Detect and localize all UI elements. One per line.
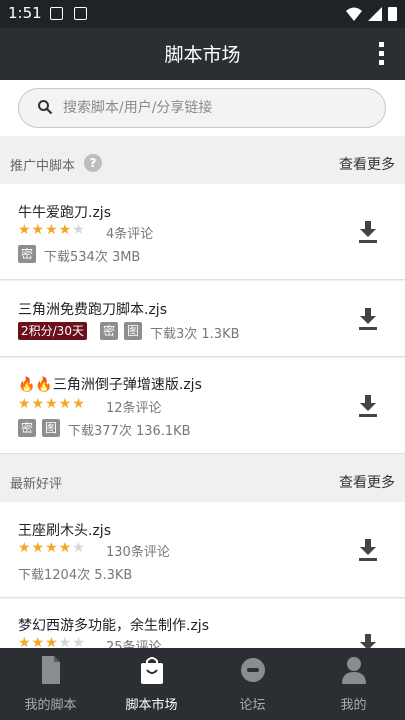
nav-label: 论坛 bbox=[239, 698, 266, 713]
help-icon[interactable]: ? bbox=[84, 154, 102, 172]
script-card[interactable]: 王座刷木头.zjs ★★★★★ 130条评论 下载1204次 5.3KB bbox=[0, 502, 405, 598]
search-input[interactable] bbox=[63, 97, 363, 119]
view-more-link[interactable]: 查看更多 bbox=[339, 472, 395, 492]
download-icon[interactable] bbox=[359, 539, 377, 561]
tag-encrypted: 密 bbox=[100, 322, 119, 340]
search-box[interactable] bbox=[18, 88, 386, 128]
script-name: 牛牛爱跑刀.zjs bbox=[18, 205, 111, 221]
comment-count: 4条评论 bbox=[106, 227, 154, 242]
nav-label: 我的脚本 bbox=[24, 698, 77, 713]
rating-stars: ★★★★★ bbox=[18, 222, 86, 238]
app-bar: 脚本市场 bbox=[0, 28, 405, 80]
nav-script-market[interactable]: 脚本市场 bbox=[101, 648, 202, 720]
forum-icon bbox=[241, 658, 265, 682]
tag-encrypted: 密 bbox=[18, 245, 37, 263]
tag-encrypted: 密 bbox=[18, 419, 37, 437]
script-name: 三角洲免费跑刀脚本.zjs bbox=[18, 302, 167, 318]
fire-icon: 🔥🔥 bbox=[18, 377, 53, 393]
rating-stars: ★★★★★ bbox=[18, 540, 86, 556]
file-icon bbox=[42, 656, 60, 684]
section-title: 推广中脚本 bbox=[10, 159, 76, 174]
download-info: 下载534次 3MB bbox=[44, 250, 141, 265]
download-icon[interactable] bbox=[359, 308, 377, 330]
script-name-row: 🔥🔥三角洲倒子弹增速版.zjs bbox=[18, 374, 202, 394]
comment-count: 130条评论 bbox=[106, 545, 170, 560]
nav-label: 脚本市场 bbox=[125, 698, 178, 713]
battery-icon bbox=[388, 7, 397, 21]
script-card[interactable]: 🔥🔥三角洲倒子弹增速版.zjs ★★★★★ 12条评论 密 图 下载377次 1… bbox=[0, 358, 405, 454]
download-icon[interactable] bbox=[359, 221, 377, 243]
status-bar: 1:51 bbox=[0, 0, 405, 28]
nav-my-scripts[interactable]: 我的脚本 bbox=[0, 648, 101, 720]
shopping-bag-icon bbox=[141, 657, 163, 684]
tag-image: 图 bbox=[42, 419, 61, 437]
user-icon bbox=[342, 657, 366, 684]
download-info: 下载3次 1.3KB bbox=[150, 327, 240, 342]
nav-profile[interactable]: 我的 bbox=[303, 648, 404, 720]
section-latest-header: 最新好评 查看更多 bbox=[0, 464, 405, 500]
script-name: 王座刷木头.zjs bbox=[18, 523, 111, 539]
script-card[interactable]: 牛牛爱跑刀.zjs ★★★★★ 4条评论 密 下载534次 3MB bbox=[0, 184, 405, 280]
script-name: 梦幻西游多功能，余生制作.zjs bbox=[18, 618, 209, 634]
script-name: 三角洲倒子弹增速版.zjs bbox=[52, 377, 202, 393]
bottom-navigation: 我的脚本 脚本市场 论坛 我的 bbox=[0, 648, 405, 720]
comment-count: 12条评论 bbox=[106, 401, 162, 416]
nav-forum[interactable]: 论坛 bbox=[202, 648, 303, 720]
signal-icon bbox=[368, 6, 382, 21]
wifi-icon bbox=[346, 7, 362, 21]
section-promoted-header: 推广中脚本 ? 查看更多 bbox=[0, 146, 405, 182]
script-card[interactable]: 三角洲免费跑刀脚本.zjs 2积分/30天 密 图 下载3次 1.3KB bbox=[0, 281, 405, 357]
download-info: 下载1204次 5.3KB bbox=[18, 568, 133, 583]
download-icon[interactable] bbox=[359, 395, 377, 417]
status-icons bbox=[346, 6, 397, 21]
status-time: 1:51 bbox=[8, 4, 42, 22]
tag-price: 2积分/30天 bbox=[18, 322, 87, 340]
page-title: 脚本市场 bbox=[164, 44, 241, 66]
rating-stars: ★★★★★ bbox=[18, 396, 86, 412]
download-info: 下载377次 136.1KB bbox=[68, 424, 191, 439]
search-icon bbox=[38, 100, 53, 115]
notification-icon bbox=[74, 7, 87, 20]
section-title: 最新好评 bbox=[10, 477, 63, 492]
image-icon bbox=[50, 7, 63, 20]
tag-image: 图 bbox=[124, 322, 143, 340]
more-menu-icon[interactable] bbox=[379, 42, 385, 66]
search-bar-container bbox=[0, 80, 405, 136]
nav-label: 我的 bbox=[340, 698, 367, 713]
view-more-link[interactable]: 查看更多 bbox=[339, 154, 395, 174]
